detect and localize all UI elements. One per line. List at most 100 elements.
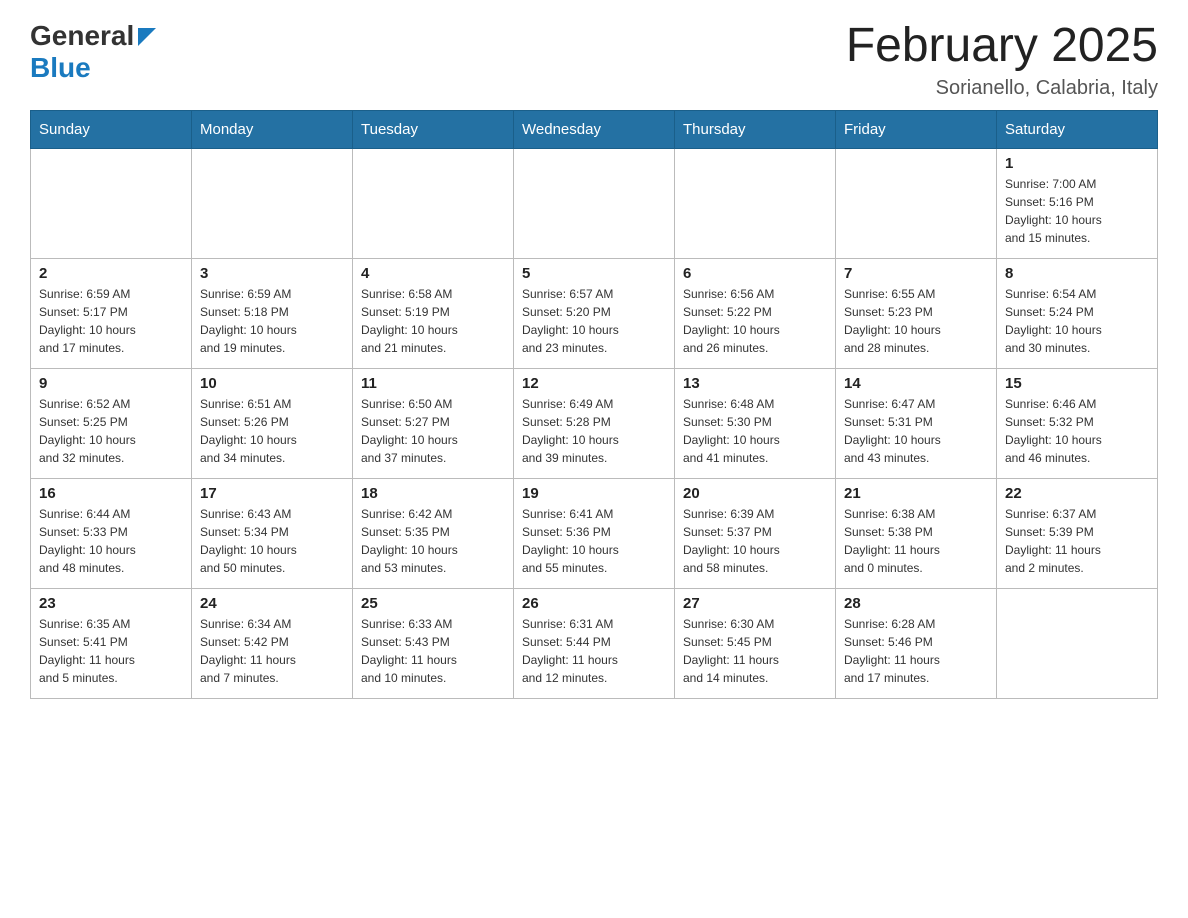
calendar-cell: 11 Sunrise: 6:50 AMSunset: 5:27 PMDayligh… [353,368,514,478]
day-number: 22 [1005,485,1149,502]
calendar-cell: 20 Sunrise: 6:39 AMSunset: 5:37 PMDayligh… [675,478,836,588]
calendar-cell: 12Sunrise: 6:49 AMSunset: 5:28 PMDayligh… [514,368,675,478]
calendar-header: SundayMondayTuesdayWednesdayThursdayFrid… [31,110,1158,148]
weekday-header-wednesday: Wednesday [514,110,675,148]
calendar-cell: 24 Sunrise: 6:34 AMSunset: 5:42 PMDayligh… [192,588,353,698]
day-info: Sunrise: 6:54 AMSunset: 5:24 PMDaylight:… [1005,285,1149,357]
calendar-cell: 2 Sunrise: 6:59 AMSunset: 5:17 PMDaylight… [31,258,192,368]
day-number: 6 [683,265,827,282]
day-info: Sunrise: 6:59 AMSunset: 5:17 PMDaylight:… [39,285,183,357]
calendar-cell: 1Sunrise: 7:00 AMSunset: 5:16 PMDaylight… [997,148,1158,258]
day-info: Sunrise: 6:58 AMSunset: 5:19 PMDaylight:… [361,285,505,357]
day-number: 17 [200,485,344,502]
calendar-cell: 26 Sunrise: 6:31 AMSunset: 5:44 PMDayligh… [514,588,675,698]
calendar-cell: 25 Sunrise: 6:33 AMSunset: 5:43 PMDayligh… [353,588,514,698]
weekday-header-thursday: Thursday [675,110,836,148]
day-number: 25 [361,595,505,612]
calendar-cell: 9 Sunrise: 6:52 AMSunset: 5:25 PMDaylight… [31,368,192,478]
day-number: 8 [1005,265,1149,282]
title-section: February 2025 Sorianello, Calabria, Ital… [846,20,1158,100]
calendar-cell [836,148,997,258]
weekday-header-sunday: Sunday [31,110,192,148]
calendar-week-row: 9 Sunrise: 6:52 AMSunset: 5:25 PMDaylight… [31,368,1158,478]
calendar-week-row: 23 Sunrise: 6:35 AMSunset: 5:41 PMDayligh… [31,588,1158,698]
day-info: Sunrise: 6:59 AMSunset: 5:18 PMDaylight:… [200,285,344,357]
day-info: Sunrise: 6:28 AMSunset: 5:46 PMDaylight:… [844,615,988,687]
day-info: Sunrise: 6:57 AMSunset: 5:20 PMDaylight:… [522,285,666,357]
day-number: 27 [683,595,827,612]
day-number: 4 [361,265,505,282]
logo: General Blue [30,20,156,84]
day-info: Sunrise: 6:39 AMSunset: 5:37 PMDaylight:… [683,505,827,577]
day-number: 21 [844,485,988,502]
day-info: Sunrise: 6:51 AMSunset: 5:26 PMDaylight:… [200,395,344,467]
day-number: 20 [683,485,827,502]
calendar-cell: 22 Sunrise: 6:37 AMSunset: 5:39 PMDayligh… [997,478,1158,588]
day-number: 3 [200,265,344,282]
location-subtitle: Sorianello, Calabria, Italy [846,77,1158,100]
day-number: 10 [200,375,344,392]
day-number: 15 [1005,375,1149,392]
calendar-cell: 4 Sunrise: 6:58 AMSunset: 5:19 PMDaylight… [353,258,514,368]
day-number: 14 [844,375,988,392]
day-number: 18 [361,485,505,502]
calendar-cell [997,588,1158,698]
logo-blue-text: Blue [30,52,156,84]
day-number: 1 [1005,155,1149,172]
day-info: Sunrise: 6:52 AMSunset: 5:25 PMDaylight:… [39,395,183,467]
weekday-header-tuesday: Tuesday [353,110,514,148]
calendar-cell: 6 Sunrise: 6:56 AMSunset: 5:22 PMDaylight… [675,258,836,368]
day-number: 16 [39,485,183,502]
day-info: Sunrise: 6:48 AMSunset: 5:30 PMDaylight:… [683,395,827,467]
calendar-cell: 3 Sunrise: 6:59 AMSunset: 5:18 PMDaylight… [192,258,353,368]
weekday-header-row: SundayMondayTuesdayWednesdayThursdayFrid… [31,110,1158,148]
day-number: 23 [39,595,183,612]
day-number: 24 [200,595,344,612]
day-info: Sunrise: 6:50 AMSunset: 5:27 PMDaylight:… [361,395,505,467]
day-info: Sunrise: 6:37 AMSunset: 5:39 PMDaylight:… [1005,505,1149,577]
calendar-cell: 8 Sunrise: 6:54 AMSunset: 5:24 PMDaylight… [997,258,1158,368]
day-info: Sunrise: 6:33 AMSunset: 5:43 PMDaylight:… [361,615,505,687]
calendar-cell: 17 Sunrise: 6:43 AMSunset: 5:34 PMDayligh… [192,478,353,588]
day-number: 5 [522,265,666,282]
day-info: Sunrise: 6:46 AMSunset: 5:32 PMDaylight:… [1005,395,1149,467]
calendar-cell: 23 Sunrise: 6:35 AMSunset: 5:41 PMDayligh… [31,588,192,698]
day-info: Sunrise: 6:38 AMSunset: 5:38 PMDaylight:… [844,505,988,577]
calendar-cell: 27 Sunrise: 6:30 AMSunset: 5:45 PMDayligh… [675,588,836,698]
calendar-body: 1Sunrise: 7:00 AMSunset: 5:16 PMDaylight… [31,148,1158,698]
weekday-header-monday: Monday [192,110,353,148]
day-info: Sunrise: 6:34 AMSunset: 5:42 PMDaylight:… [200,615,344,687]
calendar-cell: 19Sunrise: 6:41 AMSunset: 5:36 PMDayligh… [514,478,675,588]
month-title: February 2025 [846,20,1158,73]
day-number: 7 [844,265,988,282]
logo-general-text: General [30,20,134,52]
calendar-week-row: 16 Sunrise: 6:44 AMSunset: 5:33 PMDayligh… [31,478,1158,588]
day-number: 9 [39,375,183,392]
calendar-cell: 16 Sunrise: 6:44 AMSunset: 5:33 PMDayligh… [31,478,192,588]
calendar-table: SundayMondayTuesdayWednesdayThursdayFrid… [30,110,1158,699]
day-number: 28 [844,595,988,612]
logo-arrow-icon [138,28,156,46]
calendar-cell [514,148,675,258]
day-info: Sunrise: 6:44 AMSunset: 5:33 PMDaylight:… [39,505,183,577]
day-info: Sunrise: 6:30 AMSunset: 5:45 PMDaylight:… [683,615,827,687]
day-info: Sunrise: 6:43 AMSunset: 5:34 PMDaylight:… [200,505,344,577]
calendar-cell: 18 Sunrise: 6:42 AMSunset: 5:35 PMDayligh… [353,478,514,588]
day-number: 19 [522,485,666,502]
day-info: Sunrise: 6:42 AMSunset: 5:35 PMDaylight:… [361,505,505,577]
calendar-week-row: 1Sunrise: 7:00 AMSunset: 5:16 PMDaylight… [31,148,1158,258]
day-number: 26 [522,595,666,612]
calendar-cell: 5 Sunrise: 6:57 AMSunset: 5:20 PMDaylight… [514,258,675,368]
day-info: Sunrise: 6:31 AMSunset: 5:44 PMDaylight:… [522,615,666,687]
day-info: Sunrise: 6:35 AMSunset: 5:41 PMDaylight:… [39,615,183,687]
day-info: Sunrise: 6:47 AMSunset: 5:31 PMDaylight:… [844,395,988,467]
day-info: Sunrise: 6:56 AMSunset: 5:22 PMDaylight:… [683,285,827,357]
day-number: 13 [683,375,827,392]
day-number: 11 [361,375,505,392]
day-number: 12 [522,375,666,392]
calendar-cell: 10 Sunrise: 6:51 AMSunset: 5:26 PMDayligh… [192,368,353,478]
calendar-cell [192,148,353,258]
calendar-cell: 28 Sunrise: 6:28 AMSunset: 5:46 PMDayligh… [836,588,997,698]
calendar-cell: 7Sunrise: 6:55 AMSunset: 5:23 PMDaylight… [836,258,997,368]
day-number: 2 [39,265,183,282]
